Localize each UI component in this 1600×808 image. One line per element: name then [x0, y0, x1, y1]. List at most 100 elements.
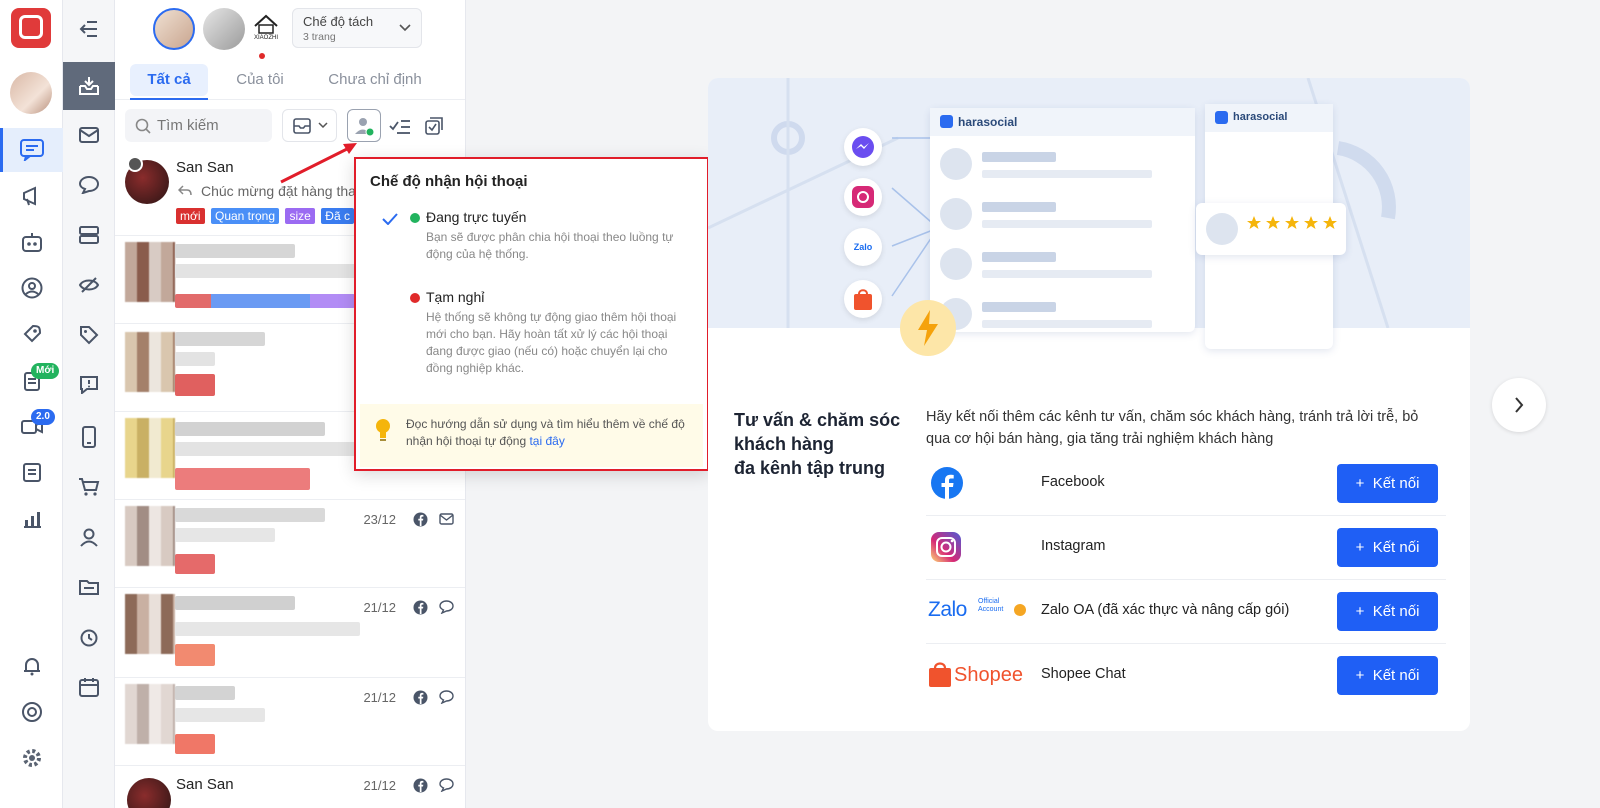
- contact-avatar: [125, 242, 175, 302]
- tip-link[interactable]: tại đây: [529, 434, 564, 448]
- list-button[interactable]: [63, 212, 115, 258]
- page-avatar[interactable]: [153, 8, 195, 50]
- pause-dot: [410, 293, 420, 303]
- tag-button[interactable]: [63, 312, 115, 358]
- contact-avatar: [125, 594, 175, 654]
- tab-all[interactable]: Tất cả: [130, 64, 208, 100]
- conversation-date: 21/12: [363, 600, 396, 615]
- contact-avatar: [127, 778, 171, 808]
- lightbulb-icon: [376, 419, 390, 441]
- redacted-tags: [175, 554, 215, 574]
- inbox-sidebar: [63, 0, 115, 808]
- channel-row-instagram: Instagram + Kết nối: [926, 516, 1446, 580]
- chevron-down-icon: [317, 122, 328, 129]
- house-logo-icon: [254, 14, 278, 34]
- conversation-item[interactable]: San San 21/12: [115, 766, 465, 808]
- rail-analytics[interactable]: [0, 496, 63, 540]
- connect-facebook-button[interactable]: + Kết nối: [1337, 464, 1438, 503]
- comment-button[interactable]: [63, 162, 115, 208]
- connect-shopee-button[interactable]: + Kết nối: [1337, 656, 1438, 695]
- comment-icon: [79, 176, 99, 194]
- rail-report[interactable]: [0, 450, 63, 494]
- alarm-icon: [80, 629, 98, 647]
- split-mode-select[interactable]: Chế độ tách 3 trang: [292, 8, 422, 48]
- bulk-select-button[interactable]: [417, 109, 451, 142]
- tab-mine[interactable]: Của tôi: [225, 64, 295, 96]
- popup-title: Chế độ nhận hội thoại: [370, 173, 528, 190]
- calendar-button[interactable]: [63, 664, 115, 710]
- headline-line: Tư vấn & chăm sóc: [734, 410, 901, 430]
- facebook-icon: [413, 690, 428, 705]
- tab-unassigned[interactable]: Chưa chỉ định: [315, 64, 435, 96]
- rail-notifications[interactable]: [0, 644, 63, 688]
- page-avatar[interactable]: XIAOZHI: [245, 8, 287, 50]
- conversation-date: 23/12: [363, 512, 396, 527]
- conversation-item[interactable]: 23/12: [115, 500, 465, 588]
- conversation-item[interactable]: 21/12: [115, 678, 465, 766]
- robot-icon: [21, 233, 42, 252]
- rail-chat[interactable]: [0, 128, 63, 172]
- mail-icon: [439, 513, 454, 525]
- redacted-name: [175, 422, 325, 436]
- hidden-button[interactable]: [63, 262, 115, 308]
- channel-row-zalo: Zalo Official Account Zalo OA (đã xác th…: [926, 580, 1446, 644]
- conversation-date: 21/12: [363, 690, 396, 705]
- conversation-date: 21/12: [363, 778, 396, 793]
- report-chat-button[interactable]: [63, 362, 115, 408]
- annotation-arrow: [280, 143, 357, 184]
- contact-avatar: [125, 418, 175, 478]
- page-avatar[interactable]: [203, 8, 245, 50]
- facebook-icon: [413, 778, 428, 793]
- connect-instagram-button[interactable]: + Kết nối: [1337, 528, 1438, 567]
- connect-label: Kết nối: [1372, 539, 1420, 556]
- tag-chip: size: [285, 208, 315, 224]
- collapse-button[interactable]: [63, 6, 115, 52]
- search-icon: [135, 118, 151, 134]
- online-description: Bạn sẽ được phân chia hội thoại theo luồ…: [426, 230, 674, 261]
- rail-settings[interactable]: [0, 736, 63, 780]
- contact-avatar: [125, 506, 175, 566]
- instagram-logo-icon: [931, 532, 961, 562]
- contact-name: San San: [176, 159, 234, 176]
- app-logo[interactable]: [11, 8, 51, 48]
- subtext: Hãy kết nối thêm các kênh tư vấn, chăm s…: [926, 409, 1419, 447]
- user-circle-icon: [21, 277, 42, 299]
- star-rating-icon: [1247, 216, 1337, 229]
- facebook-icon: [413, 512, 428, 527]
- rail-video[interactable]: [0, 404, 63, 448]
- checklist-button[interactable]: [385, 109, 415, 142]
- user-status-icon: [355, 117, 375, 136]
- user-avatar[interactable]: [10, 72, 52, 114]
- option-online[interactable]: Đang trực tuyến Bạn sẽ được phân chia hộ…: [356, 205, 707, 273]
- tag-chip: Đã c: [321, 208, 354, 224]
- inbox-all-button[interactable]: [63, 62, 115, 110]
- folder-button[interactable]: [63, 564, 115, 610]
- rail-campaign[interactable]: [0, 174, 63, 218]
- redacted-tags: [175, 734, 215, 754]
- rail-launch[interactable]: [0, 312, 63, 356]
- chart-icon: [23, 512, 41, 528]
- rail-bot[interactable]: [0, 220, 63, 264]
- redacted-tags: [175, 294, 355, 308]
- next-slide-button[interactable]: [1492, 378, 1546, 432]
- redacted-preview: [175, 352, 215, 366]
- cart-button[interactable]: [63, 464, 115, 510]
- tray-icon: [292, 117, 311, 134]
- pause-description: Hệ thống sẽ không tự động giao thêm hội …: [426, 310, 677, 375]
- phone-button[interactable]: [63, 414, 115, 460]
- inbox-icon: [79, 77, 99, 95]
- channel-name: Instagram: [1041, 538, 1106, 554]
- mode-label: Chế độ tách: [303, 14, 374, 29]
- rail-help[interactable]: [0, 690, 63, 734]
- app-rail: Mới 2.0: [0, 0, 63, 808]
- rail-contacts[interactable]: [0, 266, 63, 310]
- channel-name: Zalo OA (đã xác thực và nâng cấp gói): [1041, 602, 1290, 618]
- zalo-icon: Zalo: [844, 228, 882, 266]
- mail-button[interactable]: [63, 112, 115, 158]
- alarm-button[interactable]: [63, 614, 115, 660]
- option-pause[interactable]: Tạm nghỉ Hệ thống sẽ không tự động giao …: [356, 285, 707, 385]
- mode-sub: 3 trang: [303, 31, 336, 43]
- agent-button[interactable]: [63, 514, 115, 560]
- connect-zalo-button[interactable]: + Kết nối: [1337, 592, 1438, 631]
- conversation-item[interactable]: 21/12: [115, 588, 465, 678]
